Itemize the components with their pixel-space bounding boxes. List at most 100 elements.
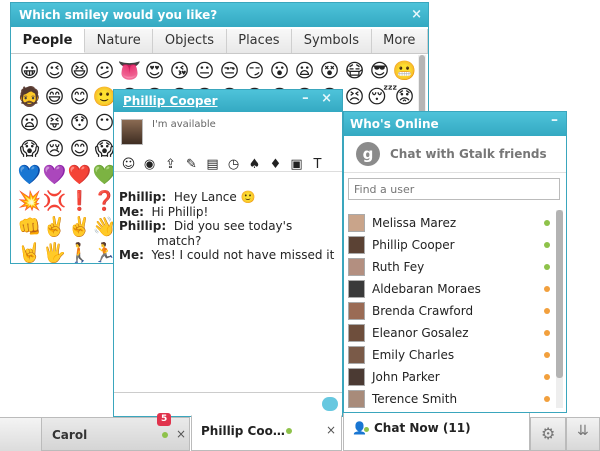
tab-symbols[interactable]: Symbols (292, 29, 372, 53)
emoji-icon[interactable]: ❤️ (67, 163, 92, 188)
tab-nature[interactable]: Nature (85, 29, 154, 53)
font-icon[interactable]: T (308, 156, 327, 174)
whos-online-title: Who's Online (350, 117, 439, 131)
emoji-icon[interactable]: 😴 (367, 85, 397, 110)
online-user-row[interactable]: Emily Charles (348, 344, 554, 366)
gear-icon: ⚙ (541, 424, 556, 443)
emoji-icon[interactable]: 💢 (42, 189, 67, 214)
broom-icon[interactable]: ♠ (245, 156, 264, 174)
chat-message: Me: Hi Phillip! (119, 205, 339, 220)
online-user-row[interactable]: Eleanor Gosalez (348, 322, 554, 344)
emoji-icon[interactable]: 😕 (92, 59, 117, 84)
settings-button[interactable]: ⚙ (530, 417, 566, 451)
tab-objects[interactable]: Objects (153, 29, 227, 53)
emoji-icon[interactable]: 💙 (17, 163, 42, 188)
user-name: Melissa Marez (372, 216, 457, 230)
bar-left-spacer (0, 417, 42, 451)
emoji-picker-title: Which smiley would you like? (19, 8, 218, 22)
emoji-icon[interactable]: 😦 (292, 59, 317, 84)
user-list-scrollbar[interactable] (556, 210, 563, 408)
emoji-icon[interactable]: 😉 (42, 59, 67, 84)
chat-tab-carol[interactable]: Carol 5 × (41, 413, 190, 451)
emoji-icon[interactable]: 🤘 (17, 241, 42, 263)
gtalk-link[interactable]: g Chat with Gtalk friends (344, 136, 566, 173)
online-user-row[interactable]: Terence Smith (348, 388, 554, 410)
emoji-icon[interactable]: 😊 (67, 85, 92, 110)
tab-people[interactable]: People (11, 29, 86, 53)
window-controls[interactable]: – × (302, 91, 336, 106)
chat-now-label: Chat Now (11) (374, 421, 471, 435)
chat-tab-phillip[interactable]: Phillip Coo… × (191, 415, 342, 451)
emoji-icon[interactable]: 🧔 (17, 85, 42, 110)
emoji-icon[interactable]: 😮 (267, 59, 292, 84)
emoji-icon[interactable]: ✌️ (42, 215, 67, 240)
emoji-icon[interactable]: 😀 (17, 59, 42, 84)
emoji-icon[interactable]: 😵 (317, 59, 342, 84)
emoji-icon[interactable]: 🖐️ (42, 241, 67, 263)
emoji-icon[interactable]: 😦 (17, 111, 42, 136)
emoji-icon[interactable]: ✌️ (67, 215, 92, 240)
save-icon[interactable]: ▣ (287, 156, 306, 174)
text-icon[interactable]: ▤ (203, 156, 222, 174)
emoji-icon[interactable]: 😱 (17, 137, 42, 162)
chat-contact-info: I'm available ☺ ◉ ⇪ ✎ ▤ ◷ ♠ ♦ ▣ T (114, 112, 342, 172)
minimize-icon[interactable]: – (551, 112, 558, 128)
emoji-icon[interactable]: ❗ (67, 189, 92, 214)
online-user-row[interactable]: Melissa Marez (348, 212, 554, 234)
online-user-row[interactable]: Brenda Crawford (348, 300, 554, 322)
online-user-row[interactable]: Ruth Fey (348, 256, 554, 278)
chat-toolbar: ☺ ◉ ⇪ ✎ ▤ ◷ ♠ ♦ ▣ T (119, 156, 329, 174)
emoji-icon[interactable]: 💜 (42, 163, 67, 188)
online-user-row[interactable]: Aldebaran Moraes (348, 278, 554, 300)
user-name: John Parker (372, 370, 440, 384)
emoji-icon[interactable]: 😝 (42, 111, 67, 136)
avatar (348, 346, 365, 364)
emoji-icon[interactable]: 😯 (67, 111, 92, 136)
emoji-icon[interactable]: 😬 (392, 59, 417, 84)
collapse-button[interactable]: ⇊ (566, 417, 600, 451)
emoji-icon[interactable]: 😏 (242, 59, 267, 84)
find-user-input[interactable] (348, 178, 560, 200)
emoji-icon[interactable]: 😆 (67, 59, 92, 84)
pencil-icon[interactable]: ✎ (182, 156, 201, 174)
online-user-row[interactable]: John Parker (348, 366, 554, 388)
emoji-icon[interactable]: 😄 (42, 85, 67, 110)
chat-window: Phillip Cooper – × I'm available ☺ ◉ ⇪ ✎ ▤ ◷ ♠… (113, 89, 343, 417)
contact-status: I'm available (152, 119, 216, 130)
cards-icon[interactable]: ♦ (266, 156, 285, 174)
emoji-icon[interactable]: 💥 (17, 189, 42, 214)
chat-now-button[interactable]: 👤 Chat Now (11) (343, 413, 530, 451)
close-icon[interactable]: × (326, 423, 336, 437)
emoji-icon[interactable]: 😷 (342, 59, 367, 84)
upload-icon[interactable]: ⇪ (161, 156, 180, 174)
speech-bubble-icon[interactable] (322, 397, 338, 411)
emoji-icon[interactable]: 👊 (17, 215, 42, 240)
emoji-icon[interactable]: 😣 (342, 85, 367, 110)
google-icon: g (356, 142, 380, 166)
emoji-icon[interactable]: 😎 (367, 59, 392, 84)
emoji-icon[interactable]: 😘 (167, 59, 192, 84)
close-icon[interactable]: × (176, 427, 186, 441)
scrollbar-thumb[interactable] (556, 210, 563, 378)
close-icon[interactable]: × (411, 3, 422, 27)
emoji-icon[interactable]: 😊 (67, 137, 92, 162)
clock-icon[interactable]: ◷ (224, 156, 243, 174)
avatar (348, 258, 365, 276)
smiley-icon[interactable]: ☺ (119, 156, 138, 174)
emoji-icon[interactable]: 😐 (192, 59, 217, 84)
online-user-list: Melissa Marez Phillip Cooper Ruth Fey Aldeb… (348, 212, 554, 410)
tab-places[interactable]: Places (226, 29, 293, 53)
emoji-icon[interactable]: 👅 (117, 59, 142, 84)
message-author: Phillip: (119, 190, 167, 204)
emoji-icon[interactable]: 😒 (217, 59, 242, 84)
emoji-icon[interactable]: 😢 (42, 137, 67, 162)
message-author: Phillip: (119, 219, 167, 233)
emoji-icon[interactable]: 😟 (392, 85, 417, 110)
chat-contact-name[interactable]: Phillip Cooper (123, 94, 218, 108)
online-user-row[interactable]: Phillip Cooper (348, 234, 554, 256)
emoji-icon[interactable]: 😍 (142, 59, 167, 84)
nudge-icon[interactable]: ◉ (140, 156, 159, 174)
avatar (348, 368, 365, 386)
tab-more[interactable]: More (371, 29, 428, 53)
emoji-icon[interactable]: 🚶 (67, 241, 92, 263)
